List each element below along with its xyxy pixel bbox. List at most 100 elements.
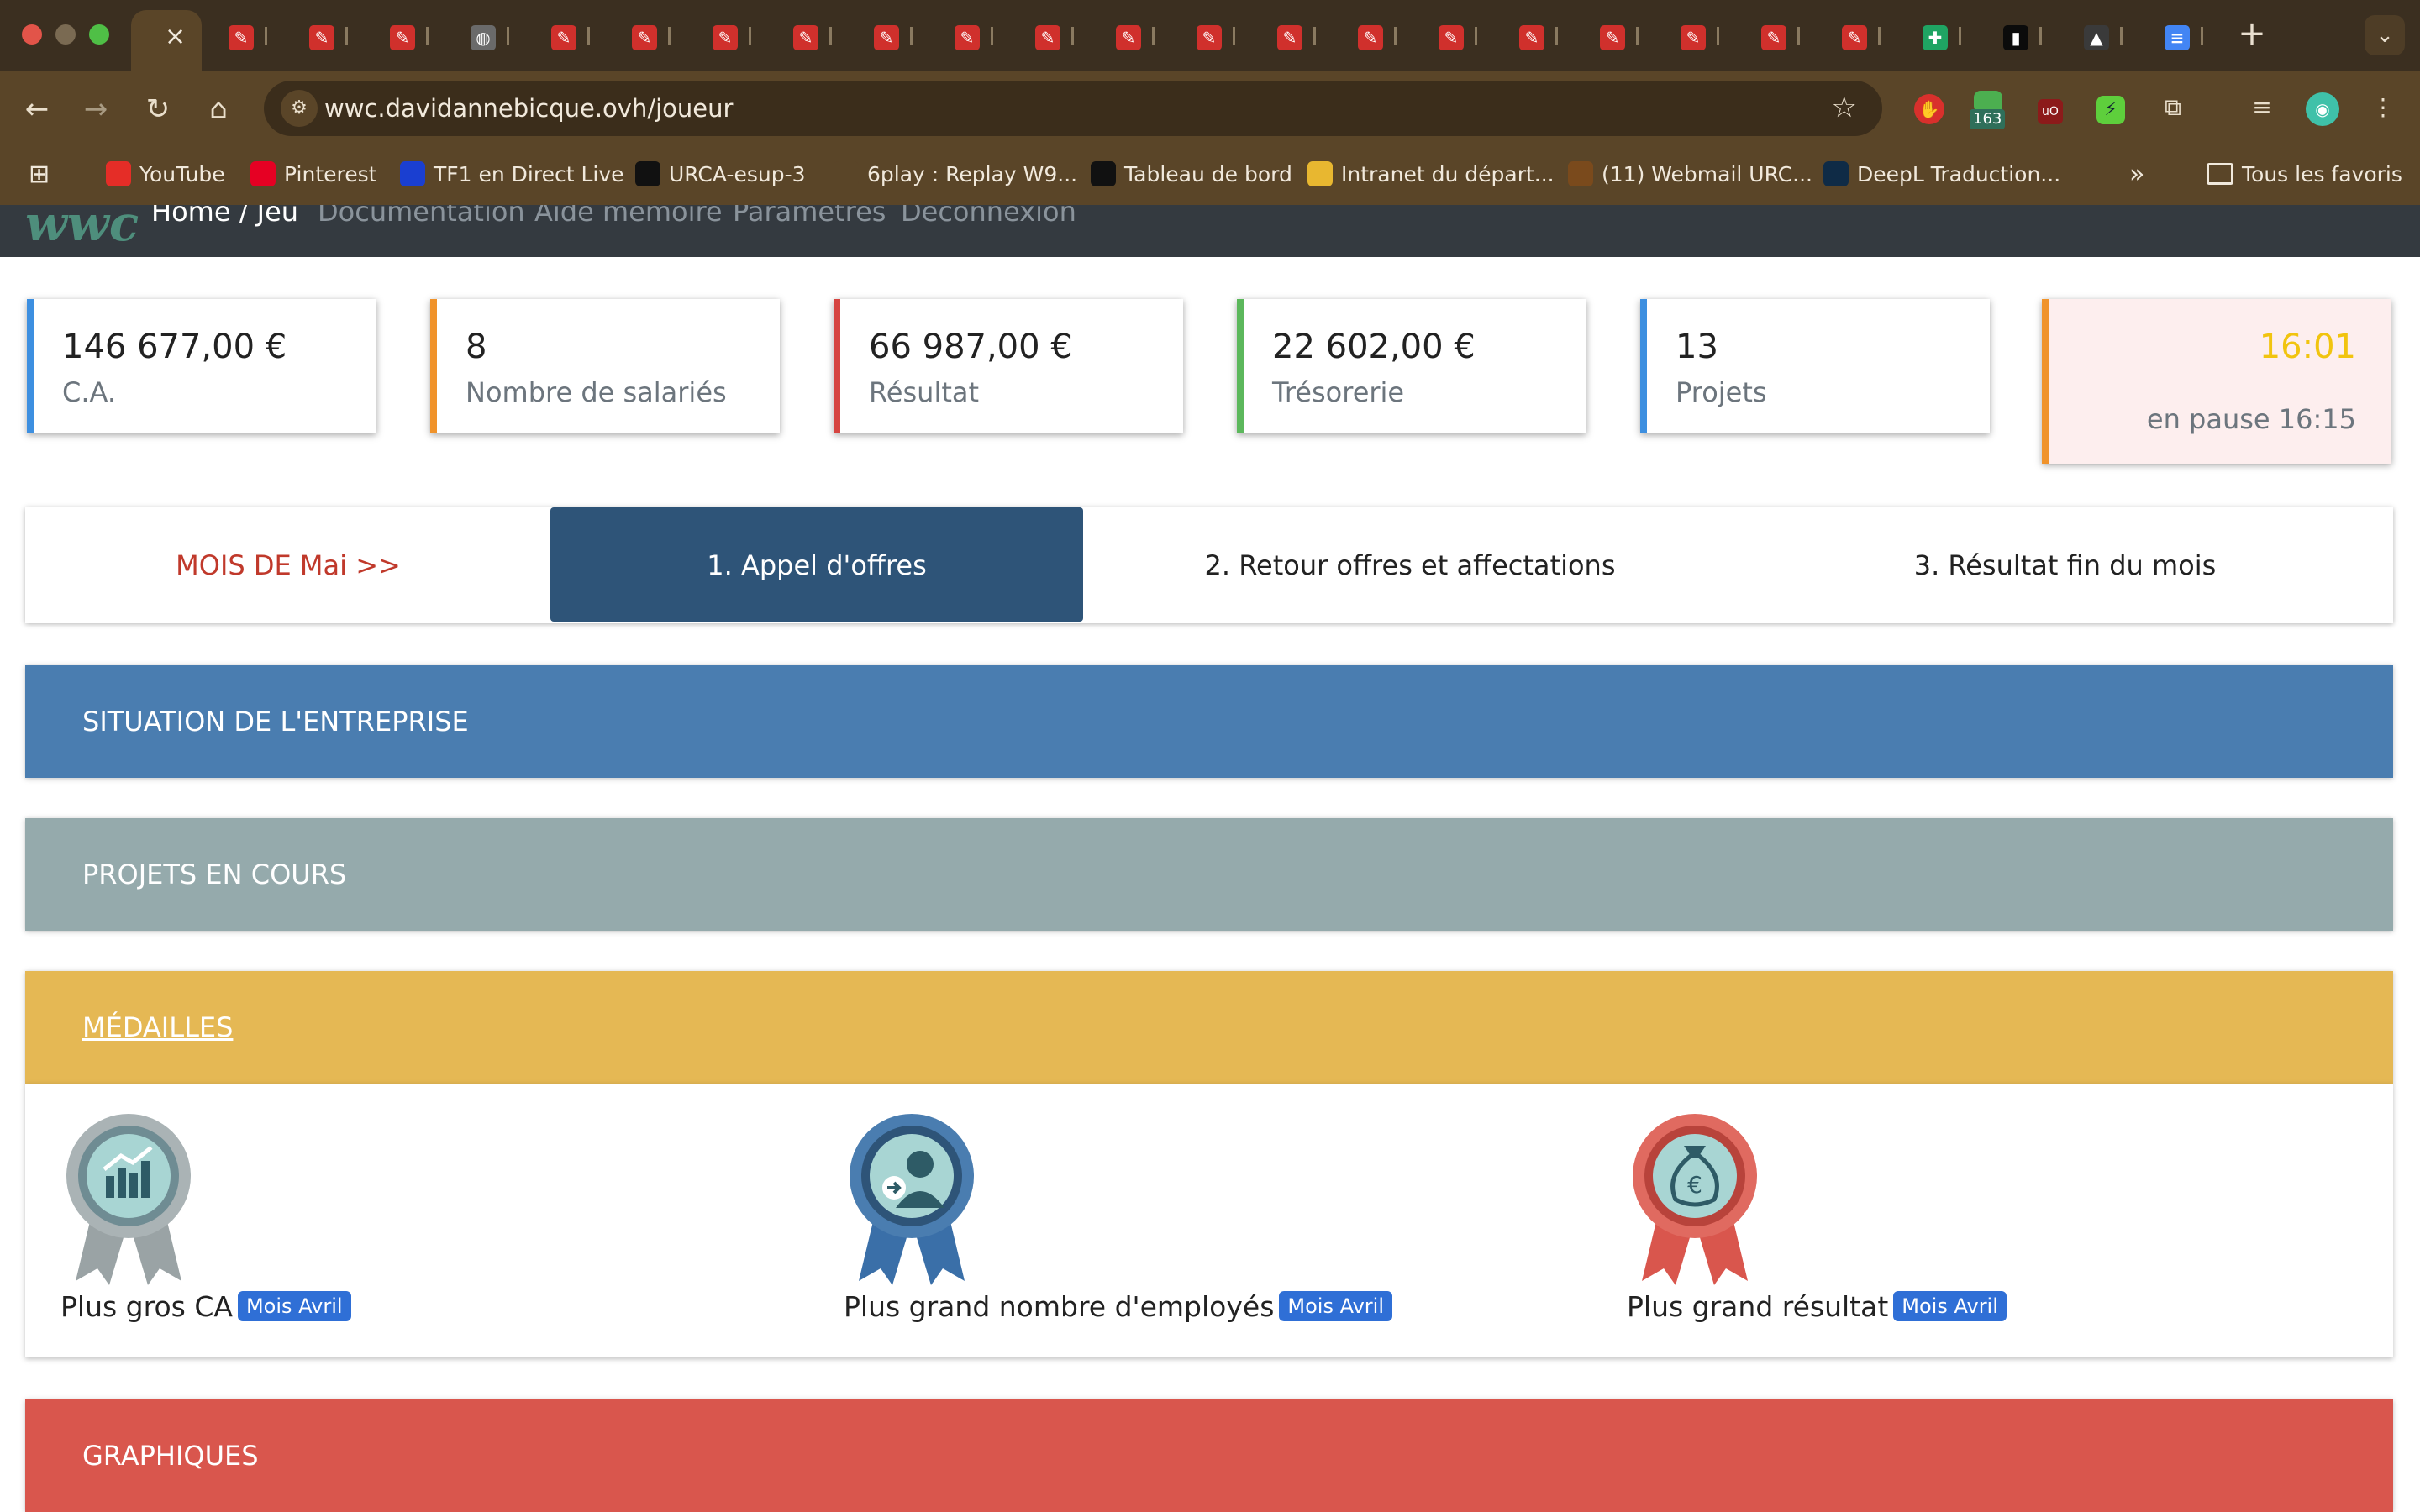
bookmark-item[interactable]: TF1 en Direct Live — [400, 156, 624, 193]
bookmark-item[interactable]: URCA-esup-3 — [635, 156, 806, 193]
browser-tab[interactable]: ✎ — [1670, 18, 1721, 52]
globe-icon: ◍ — [471, 25, 496, 50]
browser-tab[interactable]: ≡ — [2154, 18, 2205, 52]
browser-tab[interactable]: ✎ — [541, 18, 592, 52]
tab-close-icon[interactable]: × — [165, 22, 186, 51]
url-text[interactable]: wwc.davidannebicque.ovh/joueur — [324, 92, 733, 124]
browser-tab[interactable]: ✎ — [1186, 18, 1237, 52]
section-graphiques[interactable]: GRAPHIQUES — [25, 1399, 2393, 1512]
back-button[interactable]: ← — [17, 89, 57, 129]
window-minimize-button[interactable] — [55, 24, 76, 45]
tab-search-button[interactable]: ⌄ — [2365, 15, 2405, 55]
address-bar[interactable]: ⚙ wwc.davidannebicque.ovh/joueur ☆ — [264, 81, 1882, 136]
ublock-extension-icon[interactable]: uO — [2027, 84, 2074, 131]
tab-separator — [507, 27, 509, 45]
nav-parametres[interactable]: Paramètres — [733, 205, 886, 225]
month-step[interactable]: MOIS DE Mai >> — [25, 507, 551, 623]
apps-grid-icon[interactable]: ⊞ — [29, 156, 50, 193]
browser-tab[interactable]: ✎ — [622, 18, 672, 52]
pdf-icon: ✎ — [1600, 25, 1625, 50]
stat-card-tresorerie: 22 602,00 € Trésorerie — [1237, 299, 1586, 433]
bookmark-item[interactable]: YouTube — [106, 156, 225, 193]
all-bookmarks-folder[interactable]: Tous les favoris — [2207, 156, 2402, 193]
section-title[interactable]: MÉDAILLES — [82, 971, 233, 1084]
step-resultat-fin-mois[interactable]: 3. Résultat fin du mois — [1737, 507, 2393, 623]
adblock-extension-icon[interactable]: ✋ — [1906, 84, 1953, 131]
pdf-icon: ✎ — [309, 25, 334, 50]
pdf-icon: ✎ — [1439, 25, 1464, 50]
browser-tab[interactable]: ✎ — [1025, 18, 1076, 52]
browser-tab[interactable]: ✚ — [1912, 18, 1963, 52]
browser-tab[interactable]: ✎ — [1751, 18, 1802, 52]
reload-button[interactable]: ↻ — [138, 89, 178, 129]
extension-counter-icon[interactable]: 163 — [1965, 84, 2012, 131]
browser-tab[interactable]: ✎ — [1832, 18, 1882, 52]
bookmark-item[interactable]: 6play : Replay W9... — [834, 156, 1077, 193]
window-zoom-button[interactable] — [89, 24, 109, 45]
pdf-icon: ✎ — [1761, 25, 1786, 50]
section-situation[interactable]: SITUATION DE L'ENTREPRISE — [25, 665, 2393, 778]
browser-menu-icon[interactable]: ⋮ — [2360, 84, 2407, 131]
browser-tab[interactable]: ◍ — [460, 18, 511, 52]
nav-deconnexion[interactable]: Déconnexion — [901, 205, 1076, 225]
bookmark-item[interactable]: (11) Webmail URC... — [1568, 156, 1812, 193]
bookmark-item[interactable]: Tableau de bord — [1091, 156, 1292, 193]
browser-tab[interactable]: ▮ — [1993, 18, 2044, 52]
site-info-icon[interactable]: ⚙ — [281, 90, 318, 127]
section-title[interactable]: SITUATION DE L'ENTREPRISE — [82, 665, 469, 778]
profile-avatar[interactable]: ◉ — [2299, 84, 2346, 131]
medals-panel: Plus gros CA Mois Avril Plus grand nombre… — [25, 1084, 2393, 1357]
browser-tab[interactable]: ✎ — [864, 18, 914, 52]
tab-separator — [587, 27, 590, 45]
browser-tab[interactable]: ✎ — [783, 18, 834, 52]
browser-tab[interactable]: ✎ — [1348, 18, 1398, 52]
extensions-puzzle-icon[interactable]: ⧉ — [2149, 84, 2196, 131]
site-logo[interactable]: wwc — [25, 205, 139, 248]
nav-home-jeu[interactable]: Home / Jeu — [151, 205, 298, 225]
home-button[interactable]: ⌂ — [198, 89, 239, 129]
trello-icon: ▮ — [2003, 25, 2028, 50]
media-controls-icon[interactable]: ≡ — [2238, 84, 2286, 131]
bookmark-favicon-icon — [1091, 161, 1116, 186]
section-title[interactable]: PROJETS EN COURS — [82, 818, 346, 931]
stat-card-accent — [27, 299, 34, 433]
browser-tab[interactable]: ✎ — [1509, 18, 1560, 52]
browser-tab[interactable]: ✎ — [1428, 18, 1479, 52]
browser-tab[interactable]: ✎ — [702, 18, 753, 52]
section-medailles[interactable]: MÉDAILLES — [25, 971, 2393, 1084]
browser-tab[interactable]: ✎ — [1267, 18, 1318, 52]
bookmark-item[interactable]: Intranet du départ... — [1307, 156, 1555, 193]
browser-tab[interactable]: ✎ — [218, 18, 269, 52]
active-tab[interactable]: × — [131, 10, 202, 71]
bookmark-star-icon[interactable]: ☆ — [1832, 91, 1857, 124]
browser-tab[interactable]: ✎ — [299, 18, 350, 52]
bookmark-item[interactable]: DeepL Traduction... — [1823, 156, 2060, 193]
forward-button[interactable]: → — [76, 89, 116, 129]
pdf-icon: ✎ — [1197, 25, 1222, 50]
bookmark-item[interactable]: Pinterest — [250, 156, 376, 193]
browser-tab[interactable]: ✎ — [944, 18, 995, 52]
bookmarks-overflow-icon[interactable]: » — [2129, 156, 2144, 193]
window-close-button[interactable] — [22, 24, 42, 45]
pdf-icon: ✎ — [1519, 25, 1544, 50]
browser-tab[interactable]: ▲ — [2074, 18, 2124, 52]
tab-separator — [1959, 27, 1961, 45]
stat-card-accent — [834, 299, 840, 433]
section-projets[interactable]: PROJETS EN COURS — [25, 818, 2393, 931]
tab-separator — [345, 27, 348, 45]
new-tab-button[interactable]: + — [2233, 12, 2270, 55]
step-retour-offres[interactable]: 2. Retour offres et affectations — [1083, 507, 1737, 623]
nav-documentation[interactable]: Documentation — [318, 205, 525, 225]
clock-card: 16:01 en pause 16:15 — [2042, 299, 2391, 464]
stat-value: 22 602,00 € — [1272, 328, 1476, 366]
nav-aide-memoire[interactable]: Aide mémoire — [534, 205, 723, 225]
bolt-extension-icon[interactable]: ⚡ — [2087, 84, 2134, 131]
browser-tab[interactable]: ✎ — [1590, 18, 1640, 52]
step-appel-offres[interactable]: 1. Appel d'offres — [550, 507, 1083, 622]
medal-label: Plus grand nombre d'employés Mois Avril — [844, 1284, 1392, 1331]
section-title[interactable]: GRAPHIQUES — [82, 1399, 259, 1512]
medal-label: Plus gros CA Mois Avril — [60, 1284, 351, 1331]
tab-separator — [1233, 27, 1235, 45]
browser-tab[interactable]: ✎ — [380, 18, 430, 52]
browser-tab[interactable]: ✎ — [1106, 18, 1156, 52]
